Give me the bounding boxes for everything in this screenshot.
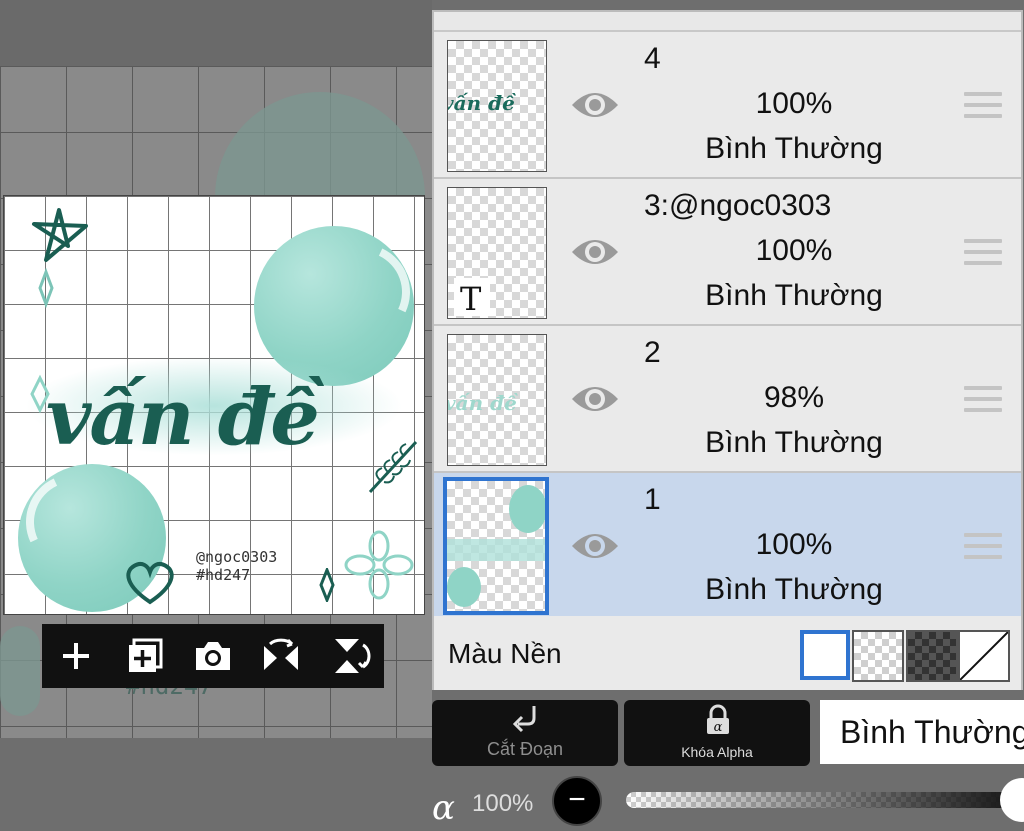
eye-icon[interactable] xyxy=(570,379,620,419)
flip-vertical-button[interactable] xyxy=(325,631,375,681)
layer-opacity: 100% xyxy=(755,528,833,561)
title-art: vấn đề xyxy=(46,372,320,463)
clip-button[interactable]: Cắt Đoạn xyxy=(432,700,618,766)
heart-icon xyxy=(126,561,174,605)
eye-icon[interactable] xyxy=(570,85,620,125)
alpha-symbol: α xyxy=(432,788,455,828)
layers-panel: vấn đề 4 100% Bình Thường T 3:@ngoc0303 … xyxy=(432,10,1023,694)
background-color-row: Màu Nền xyxy=(434,616,1021,692)
background-color-label: Màu Nền xyxy=(448,638,562,669)
blend-mode-select[interactable]: Bình Thường xyxy=(820,700,1024,764)
minus-icon: − xyxy=(568,783,586,816)
opacity-decrease-button[interactable]: − xyxy=(552,776,602,826)
layer-blend-mode: Bình Thường xyxy=(705,279,883,312)
layer-opacity: 98% xyxy=(763,381,825,414)
add-layer-button[interactable] xyxy=(51,631,101,681)
eye-icon[interactable] xyxy=(570,232,620,272)
canvas-top-area xyxy=(0,0,432,66)
drag-handle-icon[interactable] xyxy=(964,386,1002,416)
duplicate-layer-button[interactable] xyxy=(120,631,170,681)
star-icon xyxy=(32,208,88,262)
layer-name: 4 xyxy=(644,42,661,75)
layer-opacity: 100% xyxy=(755,234,833,267)
opacity-value: 100% xyxy=(472,790,534,817)
flip-horizontal-icon xyxy=(264,638,299,670)
drag-handle-icon[interactable] xyxy=(964,533,1002,563)
layer-name: 2 xyxy=(644,336,661,369)
signature: @ngoc0303 #hd247 xyxy=(196,548,278,584)
leaf-icon xyxy=(368,440,418,494)
layer-row-1[interactable]: 1 100% Bình Thường xyxy=(434,473,1021,620)
add-copy-icon xyxy=(128,638,163,672)
sparkle-icon xyxy=(38,268,54,308)
background-dark-checker-swatch[interactable] xyxy=(906,630,958,682)
layer-row-4[interactable]: vấn đề 4 100% Bình Thường xyxy=(434,32,1021,179)
flower-icon xyxy=(344,530,414,600)
layer-thumbnail[interactable]: vấn đề xyxy=(447,40,547,172)
layer-blend-mode: Bình Thường xyxy=(705,426,883,459)
layer-thumbnail[interactable] xyxy=(443,477,549,615)
lock-icon: α xyxy=(707,704,729,735)
layer-blend-mode: Bình Thường xyxy=(705,132,883,165)
svg-text:α: α xyxy=(714,720,723,735)
layer-opacity: 100% xyxy=(755,87,833,120)
background-none-swatch[interactable] xyxy=(958,630,1010,682)
text-layer-icon: T xyxy=(454,278,490,318)
layer-name: 1 xyxy=(644,483,661,516)
sparkle-icon xyxy=(319,568,335,602)
opacity-slider[interactable] xyxy=(626,792,1018,808)
slash-icon xyxy=(959,631,1009,681)
layer-row-partial[interactable] xyxy=(434,12,1021,32)
opacity-slider-thumb[interactable] xyxy=(1000,778,1024,822)
layer-thumbnail[interactable]: vấn đề xyxy=(447,334,547,466)
camera-button[interactable] xyxy=(188,631,238,681)
layer-controls-bar: Cắt Đoạn α Khóa Alpha Bình Thường α 100%… xyxy=(432,690,1024,831)
background-transparent-swatch[interactable] xyxy=(852,630,904,682)
flip-vertical-icon xyxy=(334,639,371,673)
layer-thumbnail[interactable]: T xyxy=(447,187,547,319)
ghost-heart xyxy=(0,626,40,716)
drag-handle-icon[interactable] xyxy=(964,92,1002,122)
layer-blend-mode: Bình Thường xyxy=(705,573,883,606)
flip-horizontal-button[interactable] xyxy=(256,631,306,681)
plus-icon xyxy=(63,643,90,669)
clip-arrow-icon xyxy=(512,706,536,733)
layer-row-2[interactable]: vấn đề 2 98% Bình Thường xyxy=(434,326,1021,473)
layer-name: 3:@ngoc0303 xyxy=(644,189,832,222)
drag-handle-icon[interactable] xyxy=(964,239,1002,269)
background-white-swatch[interactable] xyxy=(800,630,850,680)
eye-icon[interactable] xyxy=(570,526,620,566)
alpha-lock-button[interactable]: α Khóa Alpha xyxy=(624,700,810,766)
artwork-preview[interactable]: vấn đề @ngoc0303 #hd247 xyxy=(3,195,425,615)
canvas-toolbar xyxy=(42,624,384,688)
camera-icon xyxy=(195,642,230,670)
layer-row-3[interactable]: T 3:@ngoc0303 100% Bình Thường xyxy=(434,179,1021,326)
